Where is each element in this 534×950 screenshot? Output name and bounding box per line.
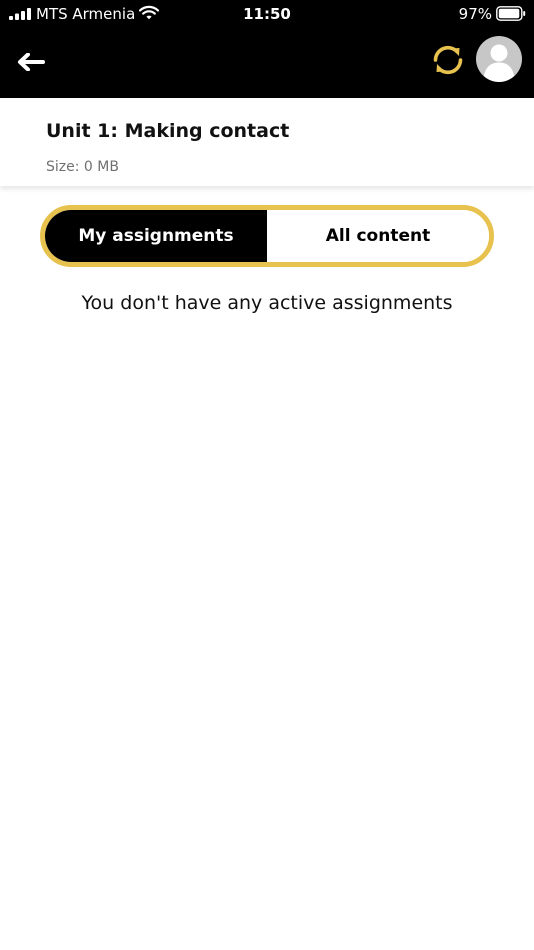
tab-my-assignments[interactable]: My assignments (45, 210, 267, 262)
back-button[interactable] (10, 46, 52, 78)
content-tabs: My assignments All content (40, 205, 494, 267)
user-avatar-button[interactable] (476, 36, 522, 82)
unit-title: Unit 1: Making contact (46, 120, 290, 142)
sync-button[interactable] (426, 38, 470, 82)
top-bar: MTS Armenia 11:50 97% (0, 0, 534, 98)
battery-percentage: 97% (458, 5, 492, 23)
unit-header: Unit 1: Making contact Size: 0 MB (0, 98, 534, 186)
status-bar: MTS Armenia 11:50 97% (0, 0, 534, 28)
empty-state-message: You don't have any active assignments (81, 292, 453, 314)
sync-icon (433, 45, 463, 75)
unit-size: Size: 0 MB (46, 159, 119, 175)
battery-icon (496, 6, 526, 21)
arrow-left-icon (18, 53, 45, 71)
tab-all-content[interactable]: All content (267, 210, 489, 262)
status-time: 11:50 (243, 5, 291, 23)
user-avatar-icon (484, 44, 514, 82)
